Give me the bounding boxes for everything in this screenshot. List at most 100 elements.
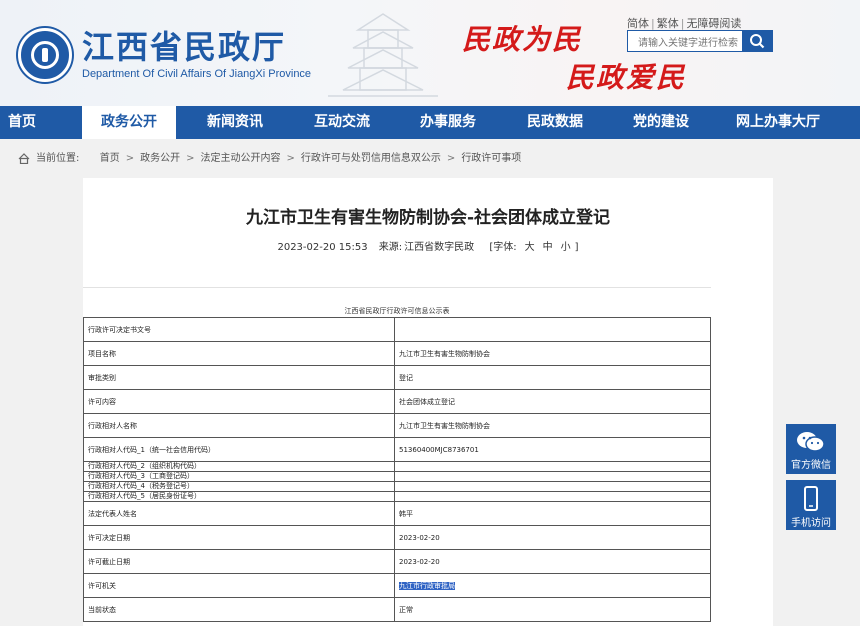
row-value-text: 九江市卫生有害生物防制协会 [399,421,490,430]
font-size-medium[interactable]: 中 [543,242,553,253]
row-value-text: 2023-02-20 [399,557,440,566]
table-row: 行政许可决定书文号 [83,317,711,342]
site-header: 江西省民政厅 Department Of Civil Affairs Of Ji… [0,0,860,106]
simplified-link[interactable]: 简体 [627,17,649,30]
table-row: 行政相对人代码_3（工商登记码） [83,471,711,482]
breadcrumb-double-publicity[interactable]: 行政许可与处罚信用信息双公示 [301,153,441,164]
row-label: 审批类别 [83,365,395,390]
main-nav: 首页 政务公开 新闻资讯 互动交流 办事服务 民政数据 党的建设 网上办事大厅 [0,106,860,139]
row-label: 许可决定日期 [83,525,395,550]
search-input[interactable] [628,33,743,54]
row-label: 当前状态 [83,597,395,622]
table-row: 行政相对人代码_4（税务登记号） [83,481,711,492]
font-size-label: [字体: [489,242,517,253]
row-value [394,491,711,502]
table-row: 行政相对人名称 九江市卫生有害生物防制协会 [83,413,711,438]
breadcrumb-prefix: 当前位置: [36,153,80,164]
nav-news[interactable]: 新闻资讯 [188,106,282,139]
table-row: 行政相对人代码_2（组织机构代码） [83,461,711,472]
row-value-text: 登记 [399,373,413,382]
row-label: 行政相对人代码_3（工商登记码） [83,471,395,482]
row-label: 许可机关 [83,573,395,598]
row-value-text: 正常 [399,605,413,614]
nav-home[interactable]: 首页 [0,106,44,139]
nav-online-hall[interactable]: 网上办事大厅 [718,106,838,139]
table-caption: 江西省民政厅行政许可信息公示表 [344,307,450,315]
article-source-label: 来源: [378,242,403,253]
row-value: 九江市卫生有害生物防制协会 [394,413,711,438]
row-label: 许可截止日期 [83,549,395,574]
row-value: 九江市卫生有害生物防制协会 [394,341,711,366]
traditional-link[interactable]: 繁体 [657,17,679,30]
font-size-small[interactable]: 小 [561,242,571,253]
official-wechat-button[interactable]: 官方微信 [786,424,836,474]
breadcrumb-government-affairs[interactable]: 政务公开 [140,153,180,164]
slogan-secondary: 民政爱民 [566,61,687,94]
row-label: 法定代表人姓名 [83,501,395,526]
row-value [394,317,711,342]
nav-services[interactable]: 办事服务 [401,106,495,139]
article-panel: 九江市卫生有害生物防制协会-社会团体成立登记 2023-02-20 15:53 … [83,178,773,626]
license-info-table: 行政许可决定书文号 项目名称 九江市卫生有害生物防制协会 审批类别 登记 许可内容 社会团体… [83,317,711,622]
row-value-text: 社会团体成立登记 [399,397,455,406]
font-size-large[interactable]: 大 [525,242,535,253]
pavilion-illustration-icon [328,13,438,97]
row-value: 2023-02-20 [394,549,711,574]
row-value-text: 韩平 [399,509,413,518]
breadcrumb-statutory-disclosure[interactable]: 法定主动公开内容 [201,153,281,164]
table-row: 许可内容 社会团体成立登记 [83,389,711,414]
site-subtitle: Department Of Civil Affairs Of JiangXi P… [82,68,312,80]
row-label: 项目名称 [83,341,395,366]
row-label: 行政相对人代码_5（居民身份证号） [83,491,395,502]
row-value [394,461,711,472]
article-meta: 2023-02-20 15:53 来源: 江西省数字民政 [字体: 大中小] [83,238,773,253]
row-value: 正常 [394,597,711,622]
article-source: 江西省数字民政 [404,242,475,253]
mobile-label: 手机访问 [791,518,831,529]
language-links: 简体 | 繁体 | 无障碍阅读 [627,17,742,30]
breadcrumb-home[interactable]: 首页 [100,153,120,164]
row-value: 2023-02-20 [394,525,711,550]
row-value-text: 2023-02-20 [399,533,440,542]
slogan-primary: 民政为民 [462,23,583,56]
row-value-text: 九江市行政审批局 [399,581,455,590]
breadcrumb: 当前位置: 首页 > 政务公开 > 法定主动公开内容 > 行政许可与处罚信用信息双公示 > 行政… [18,152,521,166]
row-value-text: 51360400MJC8736701 [399,445,479,454]
nav-government-affairs[interactable]: 政务公开 [82,106,176,139]
ministry-emblem-icon[interactable] [18,28,72,82]
row-label: 行政相对人代码_4（税务登记号） [83,481,395,492]
title-divider [83,287,711,288]
nav-interaction[interactable]: 互动交流 [295,106,389,139]
accessibility-link[interactable]: 无障碍阅读 [686,17,741,30]
row-label: 许可内容 [83,389,395,414]
article-title: 九江市卫生有害生物防制协会-社会团体成立登记 [245,208,611,228]
wechat-icon [797,432,825,452]
font-size-close: ] [574,242,579,253]
row-label: 行政相对人名称 [83,413,395,438]
table-row: 项目名称 九江市卫生有害生物防制协会 [83,341,711,366]
site-title[interactable]: 江西省民政厅 [82,22,286,68]
search-box [627,30,773,54]
row-value: 社会团体成立登记 [394,389,711,414]
row-value: 九江市行政审批局 [394,573,711,598]
table-row: 行政相对人代码_5（居民身份证号） [83,491,711,502]
breadcrumb-license-items[interactable]: 行政许可事项 [461,153,521,164]
home-icon [18,152,30,164]
row-value: 51360400MJC8736701 [394,437,711,462]
wechat-label: 官方微信 [791,460,831,471]
nav-party[interactable]: 党的建设 [614,106,708,139]
mobile-phone-icon [804,486,818,511]
row-value: 登记 [394,365,711,390]
search-icon [750,34,765,49]
nav-data[interactable]: 民政数据 [508,106,602,139]
row-value [394,481,711,492]
table-row: 许可决定日期 2023-02-20 [83,525,711,550]
row-value-text: 九江市卫生有害生物防制协会 [399,349,490,358]
table-row: 法定代表人姓名 韩平 [83,501,711,526]
search-button[interactable] [742,31,772,51]
row-value: 韩平 [394,501,711,526]
table-row: 行政相对人代码_1（统一社会信用代码） 51360400MJC8736701 [83,437,711,462]
mobile-access-button[interactable]: 手机访问 [786,480,836,530]
table-row: 许可机关 九江市行政审批局 [83,573,711,598]
table-row: 当前状态 正常 [83,597,711,622]
